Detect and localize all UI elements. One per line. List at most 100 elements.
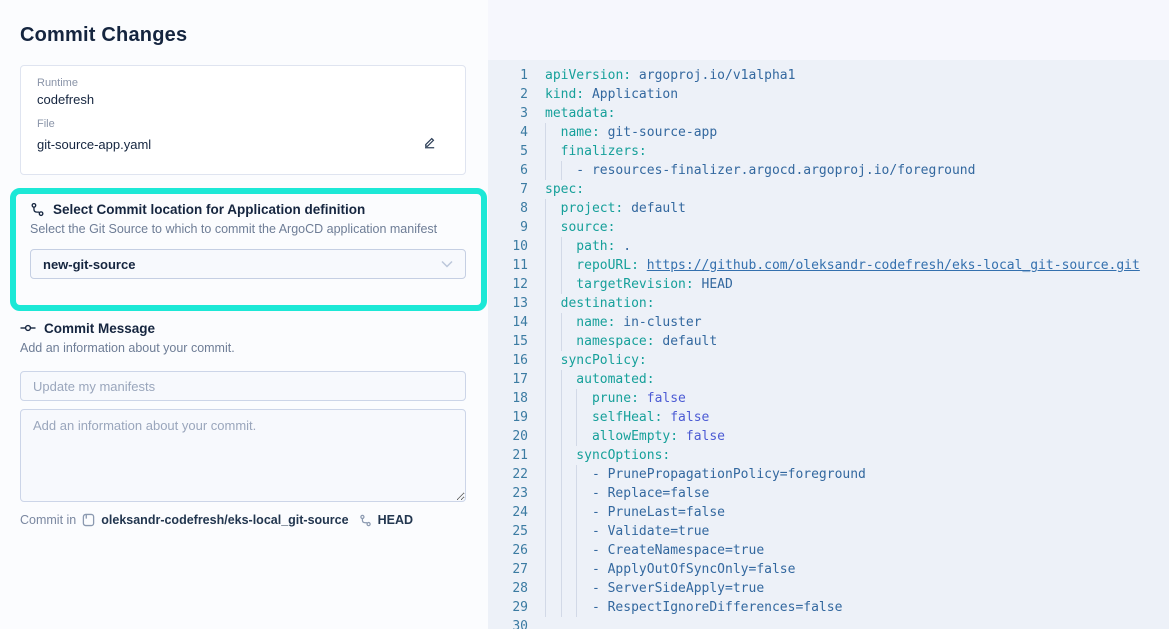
line-number: 26 <box>488 541 528 560</box>
indent-guide <box>576 408 577 427</box>
code-line: 4name: git-source-app <box>488 123 1169 142</box>
runtime-file-card: Runtime codefresh File git-source-app.ya… <box>20 65 466 175</box>
pencil-icon <box>422 135 437 150</box>
code-token: - Replace=false <box>592 486 709 501</box>
code-token: Application <box>584 87 678 102</box>
line-number: 25 <box>488 522 528 541</box>
indent-guide <box>545 237 546 256</box>
line-number: 7 <box>488 180 528 199</box>
git-source-selected-value: new-git-source <box>43 257 135 272</box>
indent-guide <box>545 218 546 237</box>
line-number: 13 <box>488 294 528 313</box>
line-number: 18 <box>488 389 528 408</box>
indent-guide <box>545 256 546 275</box>
line-number: 16 <box>488 351 528 370</box>
code-token: finalizers: <box>561 144 647 159</box>
commit-target-info: Commit in oleksandr-codefresh/eks-local_… <box>20 513 480 527</box>
commit-in-label: Commit in <box>20 513 76 527</box>
indent-guide <box>545 313 546 332</box>
code-token: - RespectIgnoreDifferences=false <box>592 600 842 615</box>
line-number: 14 <box>488 313 528 332</box>
code-token: in-cluster <box>615 315 701 330</box>
line-number: 24 <box>488 503 528 522</box>
commit-summary-input[interactable] <box>20 371 466 401</box>
code-token: git-source-app <box>600 125 717 140</box>
indent-guide <box>576 484 577 503</box>
code-line: 7spec: <box>488 180 1169 199</box>
code-token: prune: <box>592 391 639 406</box>
indent-guide <box>561 237 562 256</box>
indent-guide <box>576 560 577 579</box>
indent-guide <box>545 541 546 560</box>
runtime-label: Runtime <box>37 77 449 89</box>
code-token: kind: <box>545 87 584 102</box>
code-token: default <box>623 201 686 216</box>
code-line: 16syncPolicy: <box>488 351 1169 370</box>
commit-location-subtitle: Select the Git Source to which to commit… <box>30 222 467 236</box>
git-source-select[interactable]: new-git-source <box>30 249 466 279</box>
indent-guide <box>561 446 562 465</box>
line-number: 21 <box>488 446 528 465</box>
indent-guide <box>561 161 562 180</box>
indent-guide <box>545 465 546 484</box>
line-number: 20 <box>488 427 528 446</box>
commit-message-section: Commit Message Add an information about … <box>20 320 466 507</box>
code-line: 9source: <box>488 218 1169 237</box>
indent-guide <box>576 522 577 541</box>
indent-guide <box>576 427 577 446</box>
indent-guide <box>576 598 577 617</box>
code-line: 15namespace: default <box>488 332 1169 351</box>
indent-guide <box>545 199 546 218</box>
git-branch-icon <box>359 514 372 527</box>
indent-guide <box>561 408 562 427</box>
indent-guide <box>561 484 562 503</box>
code-line: 3metadata: <box>488 104 1169 123</box>
indent-guide <box>561 389 562 408</box>
code-line: 19selfHeal: false <box>488 408 1169 427</box>
indent-guide <box>545 275 546 294</box>
file-name: git-source-app.yaml <box>37 137 151 152</box>
indent-guide <box>545 446 546 465</box>
code-token: path: <box>576 239 615 254</box>
code-line: 2kind: Application <box>488 85 1169 104</box>
yaml-lines: 1apiVersion: argoproj.io/v1alpha12kind: … <box>488 66 1169 629</box>
code-token: name: <box>576 315 615 330</box>
code-token: - PruneLast=false <box>592 505 725 520</box>
commit-description-textarea[interactable] <box>20 409 466 502</box>
code-token: targetRevision: <box>576 277 693 292</box>
indent-guide <box>545 522 546 541</box>
code-token: syncOptions: <box>576 448 670 463</box>
code-token: . <box>615 239 631 254</box>
indent-guide <box>545 408 546 427</box>
code-token: apiVersion: <box>545 68 631 83</box>
code-token: - CreateNamespace=true <box>592 543 764 558</box>
indent-guide <box>545 427 546 446</box>
code-token: - Validate=true <box>592 524 709 539</box>
indent-guide <box>576 389 577 408</box>
code-token: source: <box>561 220 616 235</box>
code-token: false <box>678 429 725 444</box>
indent-guide <box>545 142 546 161</box>
repo-icon <box>82 513 95 527</box>
indent-guide <box>561 522 562 541</box>
page-title: Commit Changes <box>20 24 187 47</box>
edit-file-button[interactable] <box>420 133 439 155</box>
line-number: 19 <box>488 408 528 427</box>
line-number: 11 <box>488 256 528 275</box>
line-number: 10 <box>488 237 528 256</box>
indent-guide <box>545 598 546 617</box>
code-token: allowEmpty: <box>592 429 678 444</box>
line-number: 8 <box>488 199 528 218</box>
yaml-editor[interactable]: 1apiVersion: argoproj.io/v1alpha12kind: … <box>488 60 1169 629</box>
indent-guide <box>545 370 546 389</box>
code-line: 22- PrunePropagationPolicy=foreground <box>488 465 1169 484</box>
code-token: project: <box>561 201 624 216</box>
code-line: 24 - PruneLast=false <box>488 503 1169 522</box>
repo-url-link[interactable]: https://github.com/oleksandr-codefresh/e… <box>647 258 1140 273</box>
code-line: 6- resources-finalizer.argocd.argoproj.i… <box>488 161 1169 180</box>
code-token: - ServerSideApply=true <box>592 581 764 596</box>
code-line: 1apiVersion: argoproj.io/v1alpha1 <box>488 66 1169 85</box>
code-token: - ApplyOutOfSyncOnly=false <box>592 562 796 577</box>
indent-guide <box>576 465 577 484</box>
code-token: default <box>655 334 718 349</box>
